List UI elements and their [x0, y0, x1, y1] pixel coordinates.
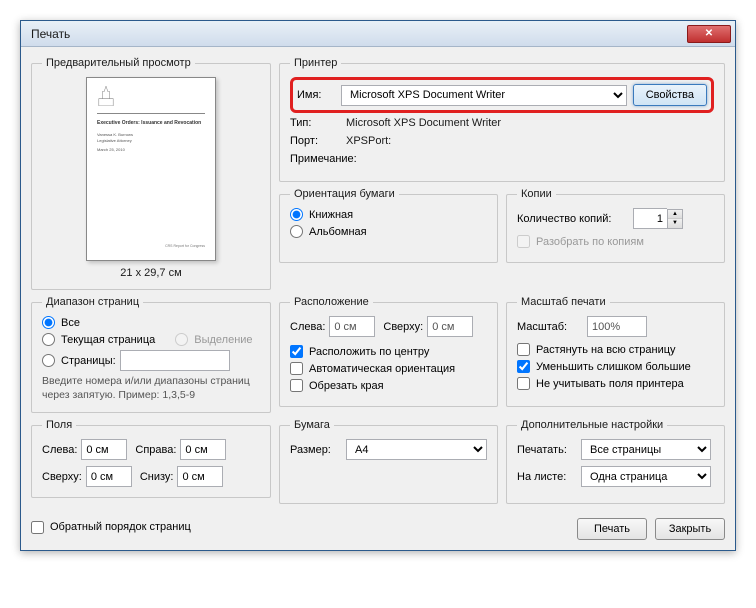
crop-checkbox[interactable] [290, 379, 303, 392]
print-which-select[interactable]: Все страницы [581, 439, 711, 460]
paper-group: Бумага Размер: A4 [279, 419, 498, 504]
copies-input[interactable] [633, 208, 667, 229]
margin-left-label: Слева: [42, 444, 77, 456]
layout-left-label: Слева: [290, 321, 325, 333]
layout-left-input [329, 316, 375, 337]
reverse-order-label: Обратный порядок страниц [50, 521, 191, 533]
shrink-checkbox[interactable] [517, 360, 530, 373]
range-all-label: Все [61, 317, 80, 329]
paper-size-label: Размер: [290, 444, 340, 456]
printer-legend: Принтер [290, 57, 341, 69]
range-current-radio[interactable] [42, 333, 55, 346]
layout-group: Расположение Слева: Сверху: [279, 296, 498, 407]
landscape-label: Альбомная [309, 226, 367, 238]
margin-bottom-input[interactable] [177, 466, 223, 487]
extra-legend: Дополнительные настройки [517, 419, 667, 431]
auto-orient-checkbox[interactable] [290, 362, 303, 375]
printer-note-label: Примечание: [290, 153, 357, 165]
spin-up-icon[interactable]: ▲ [668, 210, 682, 219]
crop-label: Обрезать края [309, 380, 384, 392]
copies-count-label: Количество копий: [517, 213, 627, 225]
copies-legend: Копии [517, 188, 556, 200]
printer-name-select[interactable]: Microsoft XPS Document Writer [341, 85, 627, 106]
preview-page: Executive Orders: Issuance and Revocatio… [86, 77, 216, 261]
layout-top-label: Сверху: [383, 321, 423, 333]
landscape-radio[interactable] [290, 225, 303, 238]
preview-dimensions: 21 x 29,7 см [120, 267, 181, 279]
range-pages-input[interactable] [120, 350, 230, 371]
close-icon[interactable]: ✕ [687, 25, 731, 43]
print-button[interactable]: Печать [577, 518, 647, 540]
range-current-label: Текущая страница [61, 334, 155, 346]
orientation-legend: Ориентация бумаги [290, 188, 399, 200]
collate-label: Разобрать по копиям [536, 236, 644, 248]
range-all-radio[interactable] [42, 316, 55, 329]
printer-port-value: XPSPort: [346, 135, 391, 147]
spin-down-icon[interactable]: ▼ [668, 219, 682, 228]
fit-label: Растянуть на всю страницу [536, 344, 676, 356]
margin-top-label: Сверху: [42, 471, 82, 483]
per-sheet-label: На листе: [517, 471, 575, 483]
copies-spinner[interactable]: ▲▼ [633, 208, 683, 229]
portrait-radio[interactable] [290, 208, 303, 221]
copies-group: Копии Количество копий: ▲▼ Разобрать по … [506, 188, 725, 263]
print-which-label: Печатать: [517, 444, 575, 456]
layout-legend: Расположение [290, 296, 373, 308]
margin-top-input[interactable] [86, 466, 132, 487]
ignore-margins-checkbox[interactable] [517, 377, 530, 390]
reverse-order-checkbox[interactable] [31, 521, 44, 534]
close-button[interactable]: Закрыть [655, 518, 725, 540]
titlebar: Печать ✕ [21, 21, 735, 47]
range-hint: Введите номера и/или диапазоны страниц ч… [42, 375, 260, 402]
per-sheet-select[interactable]: Одна страница [581, 466, 711, 487]
auto-orient-label: Автоматическая ориентация [309, 363, 455, 375]
margin-bottom-label: Снизу: [140, 471, 174, 483]
range-legend: Диапазон страниц [42, 296, 143, 308]
scale-label: Масштаб: [517, 321, 581, 333]
extra-group: Дополнительные настройки Печатать: Все с… [506, 419, 725, 504]
range-pages-label: Страницы: [61, 355, 116, 367]
layout-top-input [427, 316, 473, 337]
properties-button[interactable]: Свойства [633, 84, 707, 106]
range-group: Диапазон страниц Все Текущая страница Вы… [31, 296, 271, 413]
print-dialog: Печать ✕ Предварительный просмотр Execut… [20, 20, 736, 551]
scale-group: Масштаб печати Масштаб: Растянуть на всю… [506, 296, 725, 407]
paper-size-select[interactable]: A4 [346, 439, 487, 460]
center-label: Расположить по центру [309, 346, 429, 358]
printer-type-value: Microsoft XPS Document Writer [346, 117, 501, 129]
center-checkbox[interactable] [290, 345, 303, 358]
portrait-label: Книжная [309, 209, 353, 221]
preview-group: Предварительный просмотр Executive Order… [31, 57, 271, 290]
window-title: Печать [31, 27, 687, 41]
printer-port-label: Порт: [290, 135, 340, 147]
range-selection-radio [175, 333, 188, 346]
margins-group: Поля Слева: Справа: Сверху: [31, 419, 271, 498]
printer-type-label: Тип: [290, 117, 340, 129]
scale-input [587, 316, 647, 337]
scale-legend: Масштаб печати [517, 296, 610, 308]
margin-right-label: Справа: [135, 444, 176, 456]
preview-legend: Предварительный просмотр [42, 57, 195, 69]
shrink-label: Уменьшить слишком большие [536, 361, 691, 373]
fit-checkbox[interactable] [517, 343, 530, 356]
margins-legend: Поля [42, 419, 76, 431]
orientation-group: Ориентация бумаги Книжная Альбомная [279, 188, 498, 263]
printer-name-label: Имя: [297, 89, 335, 101]
margin-right-input[interactable] [180, 439, 226, 460]
paper-legend: Бумага [290, 419, 334, 431]
range-pages-radio[interactable] [42, 354, 55, 367]
range-selection-label: Выделение [194, 334, 252, 346]
printer-name-row-highlight: Имя: Microsoft XPS Document Writer Свойс… [290, 77, 714, 113]
collate-checkbox [517, 235, 530, 248]
margin-left-input[interactable] [81, 439, 127, 460]
ignore-margins-label: Не учитывать поля принтера [536, 378, 684, 390]
printer-group: Принтер Имя: Microsoft XPS Document Writ… [279, 57, 725, 182]
capitol-icon [97, 86, 115, 106]
